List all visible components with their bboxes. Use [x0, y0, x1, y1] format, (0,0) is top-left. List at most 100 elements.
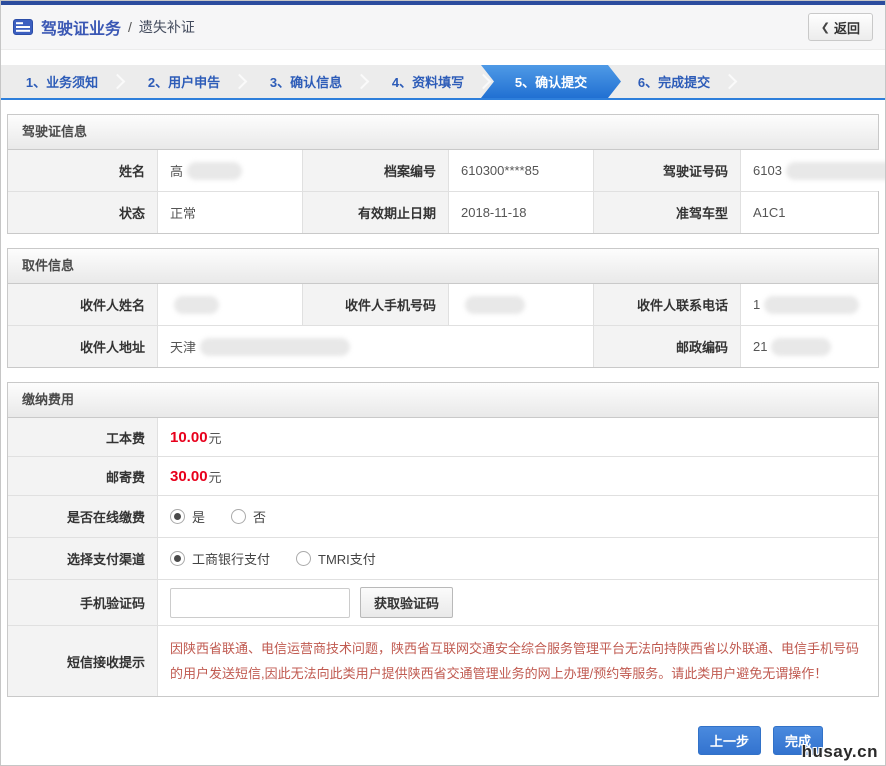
header: 驾驶证业务 / 遗失补证 ❮ 返回	[1, 5, 885, 50]
step-label: 6、完成提交	[638, 72, 710, 91]
captcha-label: 手机验证码	[8, 580, 158, 625]
breadcrumb-separator: /	[128, 19, 132, 35]
recipient-phone-label: 收件人联系电话	[594, 284, 741, 325]
payment-channel-options: 工商银行支付 TMRI支付	[158, 538, 878, 579]
payment-channel-row: 选择支付渠道 工商银行支付 TMRI支付	[8, 537, 878, 579]
expiry-value: 2018-11-18	[449, 192, 594, 233]
redaction-blur	[786, 162, 886, 180]
post-fee-label: 邮寄费	[8, 457, 158, 495]
redaction-blur	[771, 338, 831, 356]
radio-option-no[interactable]: 否	[231, 507, 266, 526]
recipient-address-value-text: 天津	[170, 337, 196, 356]
post-fee-amount: 30.00	[170, 468, 208, 485]
work-fee-unit: 元	[209, 428, 222, 447]
work-fee-row: 工本费 10.00 元	[8, 418, 878, 456]
zip-code-label: 邮政编码	[594, 326, 741, 367]
table-row: 收件人地址 天津 邮政编码 21	[8, 325, 878, 367]
section-license-info: 驾驶证信息 姓名 高 档案编号 610300****85 驾驶证号码 6103 …	[7, 114, 879, 234]
status-value-text: 正常	[170, 203, 196, 222]
sms-notice-text: 因陕西省联通、电信运营商技术问题，陕西省互联网交通安全综合服务管理平台无法向持陕…	[170, 636, 864, 686]
radio-option-tmri[interactable]: TMRI支付	[296, 549, 376, 568]
license-number-label: 驾驶证号码	[594, 150, 741, 191]
radio-unselected-icon[interactable]	[231, 509, 246, 524]
step-label: 5、确认提交	[515, 72, 587, 91]
file-number-value-text: 610300****85	[461, 163, 539, 178]
status-value: 正常	[158, 192, 303, 233]
redaction-blur	[174, 296, 219, 314]
work-fee-value: 10.00 元	[158, 418, 878, 456]
table-row: 状态 正常 有效期止日期 2018-11-18 准驾车型 A1C1	[8, 191, 878, 233]
section-title-license: 驾驶证信息	[8, 115, 878, 150]
name-label: 姓名	[8, 150, 158, 191]
license-number-value: 6103	[741, 150, 886, 191]
step-label: 2、用户申告	[148, 72, 220, 91]
zip-code-value: 21	[741, 326, 878, 367]
status-label: 状态	[8, 192, 158, 233]
vehicle-type-label: 准驾车型	[594, 192, 741, 233]
redaction-blur	[187, 162, 242, 180]
step-label: 1、业务须知	[26, 72, 98, 91]
post-fee-row: 邮寄费 30.00 元	[8, 456, 878, 495]
section-title-payment: 缴纳费用	[8, 383, 878, 418]
captcha-row: 手机验证码 获取验证码	[8, 579, 878, 625]
file-number-value: 610300****85	[449, 150, 594, 191]
radio-option-icbc-label: 工商银行支付	[192, 549, 270, 568]
expiry-label: 有效期止日期	[303, 192, 449, 233]
work-fee-amount: 10.00	[170, 429, 208, 446]
table-row: 姓名 高 档案编号 610300****85 驾驶证号码 6103	[8, 150, 878, 191]
post-fee-unit: 元	[209, 467, 222, 486]
page-title: 驾驶证业务	[41, 15, 121, 39]
step-4-fill-data[interactable]: 4、资料填写	[367, 65, 489, 98]
zip-code-value-text: 21	[753, 339, 767, 354]
section-pickup-info: 取件信息 收件人姓名 收件人手机号码 收件人联系电话 1 收件人地址 天津 邮政…	[7, 248, 879, 368]
back-button[interactable]: ❮ 返回	[808, 13, 873, 41]
radio-selected-icon[interactable]	[170, 509, 185, 524]
license-number-value-text: 6103	[753, 163, 782, 178]
step-label: 4、资料填写	[392, 72, 464, 91]
section-payment: 缴纳费用 工本费 10.00 元 邮寄费 30.00 元 是否在线缴费 是	[7, 382, 879, 697]
recipient-phone-value-text: 1	[753, 297, 760, 312]
breadcrumb-current: 遗失补证	[139, 17, 195, 37]
radio-option-yes[interactable]: 是	[170, 507, 205, 526]
sms-notice-label: 短信接收提示	[8, 626, 158, 696]
recipient-phone-value: 1	[741, 284, 878, 325]
step-progress-bar: 1、业务须知 2、用户申告 3、确认信息 4、资料填写 5、确认提交 6、完成提…	[1, 65, 885, 100]
footer-actions: 上一步 完成	[1, 697, 885, 755]
back-button-label: 返回	[834, 18, 860, 37]
recipient-name-value	[158, 284, 303, 325]
captcha-field-area: 获取验证码	[158, 580, 878, 625]
redaction-blur	[764, 296, 859, 314]
step-3-confirm-info[interactable]: 3、确认信息	[245, 65, 367, 98]
step-2-user-declaration[interactable]: 2、用户申告	[123, 65, 245, 98]
redaction-blur	[465, 296, 525, 314]
work-fee-label: 工本费	[8, 418, 158, 456]
radio-unselected-icon[interactable]	[296, 551, 311, 566]
captcha-input[interactable]	[170, 588, 350, 618]
step-5-confirm-submit[interactable]: 5、确认提交	[481, 65, 621, 98]
expiry-value-text: 2018-11-18	[461, 205, 527, 220]
radio-option-icbc[interactable]: 工商银行支付	[170, 549, 270, 568]
recipient-address-label: 收件人地址	[8, 326, 158, 367]
recipient-mobile-value	[449, 284, 594, 325]
radio-option-tmri-label: TMRI支付	[318, 549, 376, 568]
chevron-left-icon: ❮	[821, 21, 830, 34]
step-label: 3、确认信息	[270, 72, 342, 91]
online-payment-options: 是 否	[158, 496, 878, 537]
recipient-mobile-label: 收件人手机号码	[303, 284, 449, 325]
redaction-blur	[200, 338, 350, 356]
vehicle-type-value-text: A1C1	[753, 205, 786, 220]
previous-step-button[interactable]: 上一步	[698, 726, 761, 755]
step-1-business-notice[interactable]: 1、业务须知	[1, 65, 123, 98]
file-number-label: 档案编号	[303, 150, 449, 191]
name-value-text: 高	[170, 161, 183, 180]
section-title-pickup: 取件信息	[8, 249, 878, 284]
watermark: husay.cn	[802, 742, 878, 762]
radio-selected-icon[interactable]	[170, 551, 185, 566]
page: 驾驶证业务 / 遗失补证 ❮ 返回 1、业务须知 2、用户申告 3、确认信息 4…	[0, 0, 886, 766]
post-fee-value: 30.00 元	[158, 457, 878, 495]
sms-notice-value: 因陕西省联通、电信运营商技术问题，陕西省互联网交通安全综合服务管理平台无法向持陕…	[158, 626, 878, 696]
step-6-finish-submit[interactable]: 6、完成提交	[613, 65, 735, 98]
get-code-button[interactable]: 获取验证码	[360, 587, 453, 618]
online-payment-row: 是否在线缴费 是 否	[8, 495, 878, 537]
form-list-icon	[13, 19, 33, 35]
